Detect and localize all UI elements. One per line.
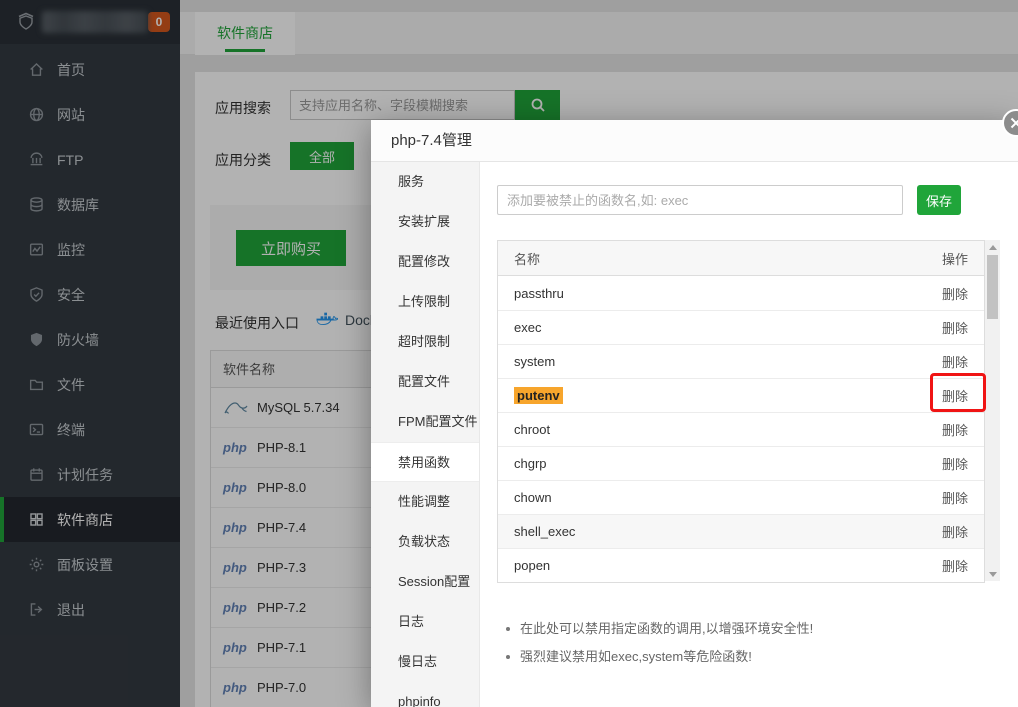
disabled-functions-panel: 保存 名称 操作 passthru删除exec删除system删除putenv删… — [480, 162, 1018, 707]
function-row: exec 删除 — [498, 310, 984, 344]
function-row: putenv 删除 — [498, 378, 984, 412]
function-name: chroot — [514, 422, 551, 437]
close-icon — [1010, 117, 1018, 129]
function-name: system — [514, 354, 556, 369]
column-name: 名称 — [514, 251, 541, 267]
function-name: shell_exec — [514, 524, 576, 539]
notes-list: 在此处可以禁用指定函数的调用,以增强环境安全性! 强烈建议禁用如exec,syst… — [502, 615, 972, 671]
delete-link[interactable]: 删除 — [942, 488, 968, 507]
save-button[interactable]: 保存 — [917, 185, 961, 215]
app-window: 软件商店 应用搜索 应用分类 全部 立即购买 最近使用入口 — [0, 0, 1018, 707]
delete-link[interactable]: 删除 — [942, 352, 968, 371]
function-row: shell_exec 删除 — [498, 514, 984, 548]
column-action: 操作 — [941, 251, 968, 267]
scrollbar-thumb[interactable] — [987, 255, 998, 319]
function-name: putenv — [514, 387, 563, 404]
function-name: popen — [514, 558, 551, 573]
delete-link[interactable]: 删除 — [942, 556, 968, 575]
note-item: 强烈建议禁用如exec,system等危险函数! — [502, 643, 972, 671]
modal-menu-item-配置文件[interactable]: 配置文件 — [371, 362, 479, 402]
modal-menu-item-服务[interactable]: 服务 — [371, 162, 479, 202]
function-row: chown 删除 — [498, 480, 984, 514]
function-row: passthru 删除 — [498, 276, 984, 310]
delete-link[interactable]: 删除 — [942, 454, 968, 473]
modal-title: php-7.4管理 — [371, 120, 1018, 162]
delete-link[interactable]: 删除 — [942, 420, 968, 439]
modal-menu-item-FPM配置文件[interactable]: FPM配置文件 — [371, 402, 479, 442]
php-manage-modal: php-7.4管理 服务 安装扩展 配置修改 上传限制 超时限制 配置文件 FPM配置文件禁… — [371, 109, 1018, 707]
modal-menu-item-phpinfo[interactable]: phpinfo — [371, 682, 479, 707]
note-item: 在此处可以禁用指定函数的调用,以增强环境安全性! — [502, 615, 972, 643]
modal-menu-item-配置修改[interactable]: 配置修改 — [371, 242, 479, 282]
function-name: exec — [514, 320, 542, 335]
modal-menu-item-Session配置[interactable]: Session配置 — [371, 562, 479, 602]
delete-link[interactable]: 删除 — [942, 318, 968, 337]
modal-menu-item-负载状态[interactable]: 负载状态 — [371, 522, 479, 562]
annotation-box — [930, 373, 986, 412]
scroll-down-arrow-icon[interactable] — [985, 567, 1000, 581]
delete-link[interactable]: 删除 — [942, 284, 968, 303]
function-row: chroot 删除 — [498, 412, 984, 446]
modal-menu-item-安装扩展[interactable]: 安装扩展 — [371, 202, 479, 242]
disabled-function-input[interactable] — [497, 185, 903, 215]
modal-menu-item-性能调整[interactable]: 性能调整 — [371, 482, 479, 522]
function-name: chgrp — [514, 456, 547, 471]
disabled-functions-table: 名称 操作 passthru 删除 exec 删除 system 删除 putenv 删除 ch… — [497, 240, 1000, 583]
modal-menu-item-慢日志[interactable]: 慢日志 — [371, 642, 479, 682]
modal-menu-item-日志[interactable]: 日志 — [371, 602, 479, 642]
modal-menu-item-超时限制[interactable]: 超时限制 — [371, 322, 479, 362]
search-highlight: putenv — [514, 387, 563, 404]
function-row: popen 删除 — [498, 548, 984, 582]
function-row: chgrp 删除 — [498, 446, 984, 480]
scroll-up-arrow-icon[interactable] — [985, 240, 1000, 254]
function-name: passthru — [514, 285, 564, 301]
delete-link[interactable]: 删除 — [942, 522, 968, 541]
function-name: chown — [514, 490, 552, 505]
table-scrollbar[interactable] — [985, 240, 1000, 581]
modal-menu: 服务 安装扩展 配置修改 上传限制 超时限制 配置文件 FPM配置文件 禁用函数 性能调整 负载状… — [371, 162, 480, 707]
modal-menu-item-禁用函数[interactable]: 禁用函数 — [371, 442, 479, 482]
modal-menu-item-上传限制[interactable]: 上传限制 — [371, 282, 479, 322]
function-row: system 删除 — [498, 344, 984, 378]
